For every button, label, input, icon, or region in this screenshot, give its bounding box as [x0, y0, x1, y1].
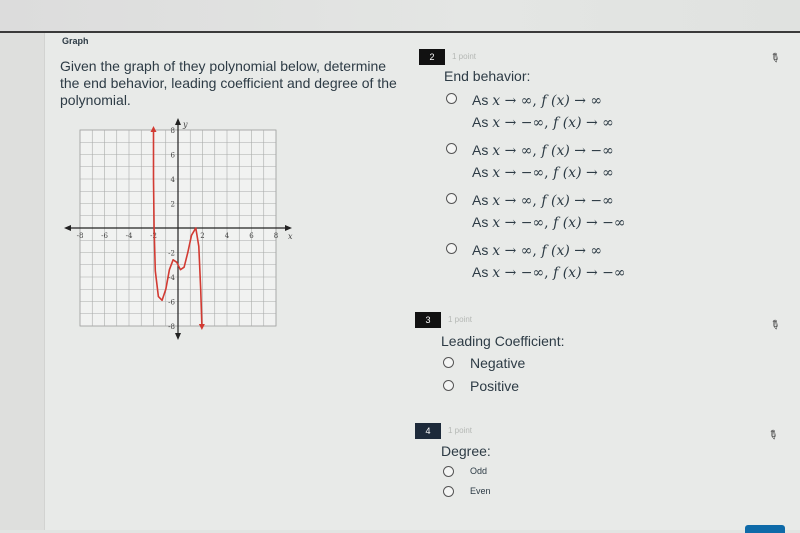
x-variable: x — [492, 115, 501, 131]
question-title: Degree: — [441, 443, 491, 459]
question-points: 1 point — [448, 426, 473, 435]
radio-positive[interactable] — [443, 380, 454, 391]
radio-end-behavior-3[interactable] — [446, 193, 457, 204]
y-tick-label: 4 — [171, 176, 176, 184]
x-variable: x — [492, 193, 501, 209]
radio-end-behavior-4[interactable] — [446, 243, 457, 254]
radio-even[interactable] — [443, 486, 454, 497]
curve-up-arrow-icon — [150, 126, 157, 132]
question-points: 1 point — [448, 315, 473, 324]
end-behavior-line: As x → −∞, f (x) → ∞ — [472, 114, 614, 131]
f-limit: → −∞ — [569, 193, 614, 209]
x-tick-label: -4 — [126, 232, 133, 240]
next-button[interactable] — [745, 525, 785, 533]
y-tick-label: 2 — [171, 201, 175, 209]
f-expression: f (x) — [553, 115, 582, 131]
y-tick-label: -6 — [168, 299, 175, 307]
f-expression: f (x) — [541, 93, 570, 109]
x-tick-label: 6 — [249, 232, 254, 240]
x-limit: → ∞, — [500, 93, 542, 109]
x-limit: → −∞, — [500, 265, 554, 281]
y-tick-label: 8 — [171, 127, 175, 135]
end-behavior-line: As x → −∞, f (x) → −∞ — [472, 264, 626, 281]
x-tick-label: -8 — [77, 232, 84, 240]
curve-down-arrow-icon — [198, 324, 205, 330]
as-label: As — [472, 114, 493, 130]
y-tick-label: 6 — [171, 152, 176, 160]
x-limit: → −∞, — [500, 115, 554, 131]
question-number-badge: 4 — [415, 423, 441, 439]
as-label: As — [472, 192, 493, 208]
question-title: End behavior: — [444, 68, 531, 84]
polynomial-graph: -8 -6 -4 -2 2 4 6 8 8 6 4 2 -2 -4 -6 -8 x y — [60, 115, 295, 350]
y-tick-label: -2 — [168, 250, 175, 258]
end-behavior-line: As x → −∞, f (x) → ∞ — [472, 164, 614, 181]
x-tick-label: 4 — [225, 232, 230, 240]
as-label: As — [472, 92, 493, 108]
question-prompt: Given the graph of they polynomial below… — [60, 58, 397, 108]
f-limit: → ∞ — [581, 115, 614, 131]
x-axis-label: x — [288, 232, 293, 241]
question-title: Leading Coefficient: — [441, 333, 565, 349]
x-limit: → −∞, — [500, 215, 554, 231]
end-behavior-line: As x → −∞, f (x) → −∞ — [472, 214, 626, 231]
radio-odd[interactable] — [443, 466, 454, 477]
f-expression: f (x) — [541, 193, 570, 209]
radio-end-behavior-1[interactable] — [446, 93, 457, 104]
y-axis-down-arrow-icon — [175, 333, 181, 340]
section-label: Graph — [62, 36, 89, 46]
question-points: 1 point — [452, 52, 477, 61]
x-limit: → ∞, — [500, 193, 542, 209]
x-axis-left-arrow-icon — [64, 225, 71, 231]
x-limit: → ∞, — [500, 143, 542, 159]
y-tick-label: -4 — [168, 274, 175, 282]
as-label: As — [472, 214, 493, 230]
radio-end-behavior-2[interactable] — [446, 143, 457, 154]
as-label: As — [472, 242, 493, 258]
f-limit: → ∞ — [569, 93, 603, 109]
f-expression: f (x) — [553, 215, 582, 231]
option-label: Odd — [470, 466, 488, 476]
x-variable: x — [492, 265, 501, 281]
x-variable: x — [492, 143, 501, 159]
x-limit: → −∞, — [500, 165, 554, 181]
x-tick-label: 8 — [274, 232, 278, 240]
option-label: Positive — [470, 378, 520, 394]
y-tick-label: -8 — [168, 323, 175, 331]
y-axis-up-arrow-icon — [175, 118, 181, 125]
as-label: As — [472, 164, 493, 180]
question-number-badge: 2 — [419, 49, 445, 65]
x-variable: x — [492, 165, 501, 181]
end-behavior-line: As x → ∞, f (x) → ∞ — [472, 242, 602, 259]
radio-negative[interactable] — [443, 357, 454, 368]
end-behavior-line: As x → ∞, f (x) → −∞ — [472, 142, 614, 159]
x-axis-right-arrow-icon — [285, 225, 292, 231]
graph-svg: -8 -6 -4 -2 2 4 6 88642-2-4-6-8xy — [64, 118, 293, 340]
question-number-badge: 3 — [415, 312, 441, 328]
x-limit: → ∞, — [500, 243, 542, 259]
end-behavior-line: As x → ∞, f (x) → ∞ — [472, 92, 602, 109]
x-variable: x — [492, 243, 501, 259]
option-label: Negative — [470, 355, 526, 371]
browser-top-bar — [0, 0, 800, 33]
left-margin — [0, 33, 45, 530]
f-expression: f (x) — [553, 265, 582, 281]
f-limit: → ∞ — [569, 243, 603, 259]
f-expression: f (x) — [541, 143, 570, 159]
f-limit: → −∞ — [581, 215, 626, 231]
option-label: Even — [470, 486, 491, 496]
f-expression: f (x) — [553, 165, 582, 181]
as-label: As — [472, 264, 493, 280]
f-limit: → ∞ — [581, 165, 614, 181]
end-behavior-line: As x → ∞, f (x) → −∞ — [472, 192, 614, 209]
x-variable: x — [492, 93, 501, 109]
x-tick-label: 2 — [200, 232, 204, 240]
f-limit: → −∞ — [569, 143, 614, 159]
y-axis-label: y — [182, 120, 188, 129]
f-expression: f (x) — [541, 243, 570, 259]
as-label: As — [472, 142, 493, 158]
x-variable: x — [492, 215, 501, 231]
f-limit: → −∞ — [581, 265, 626, 281]
x-tick-label: -6 — [101, 232, 108, 240]
